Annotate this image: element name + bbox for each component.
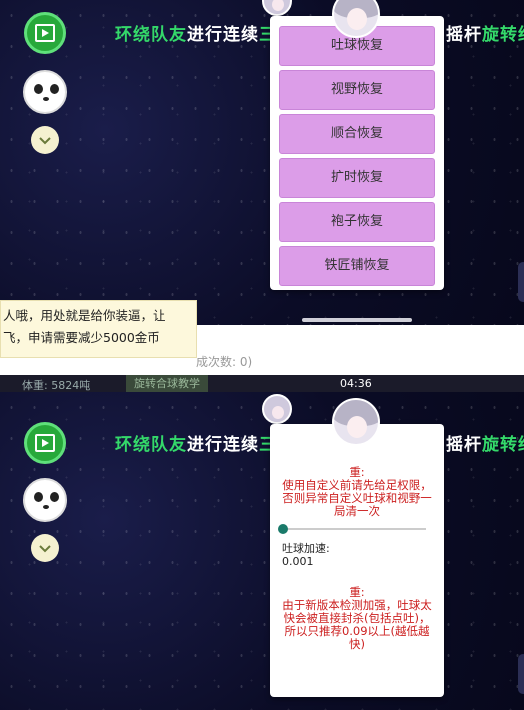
character-avatar[interactable] <box>332 398 380 446</box>
recovery-button-merge[interactable]: 顺合恢复 <box>279 114 435 154</box>
banner-text-right: 摇杆旋转结 <box>446 20 524 45</box>
video-tutorial-button[interactable] <box>24 422 66 464</box>
spit-speed-label: 吐球加速: <box>282 542 330 555</box>
game-screen-bottom: 环绕队友进行连续三 摇杆旋转结 重: 使用自定义前请先给足权限，否则异常自定义吐… <box>0 392 524 710</box>
banner-part: 环绕队友 <box>115 25 187 45</box>
recovery-button-view[interactable]: 视野恢复 <box>279 70 435 110</box>
player-avatar[interactable] <box>23 478 67 522</box>
banner-part: 进行连续 <box>187 435 259 455</box>
banner-part: 摇杆 <box>446 25 482 45</box>
side-handle[interactable] <box>518 654 524 694</box>
player-avatar[interactable] <box>23 70 67 114</box>
spit-speed-value: 0.001 <box>282 555 314 568</box>
chevron-down-icon <box>39 137 51 145</box>
video-icon <box>35 24 55 42</box>
clock-time: 04:36 <box>340 377 372 390</box>
rotate-merge-tutorial-button[interactable]: 旋转合球教学 <box>126 375 208 392</box>
banner-text: 环绕队友进行连续三 <box>115 20 277 45</box>
settings-popup: 重: 使用自定义前请先给足权限，否则异常自定义吐球和视野一局清一次 吐球加速: … <box>270 424 444 697</box>
banner-part: 环绕队友 <box>115 435 187 455</box>
expand-button[interactable] <box>31 534 59 562</box>
banner-text-right: 摇杆旋转结 <box>446 430 524 455</box>
spit-speed-slider[interactable] <box>277 524 426 534</box>
side-handle[interactable] <box>518 262 524 302</box>
recovery-menu-popup: 吐球恢复 视野恢复 顺合恢复 扩时恢复 袍子恢复 铁匠铺恢复 <box>270 16 444 290</box>
weight-label: 体重: 5824吨 <box>22 379 91 392</box>
starfield-background <box>0 0 524 325</box>
banner-text: 环绕队友进行连续三 <box>115 430 277 455</box>
game-screen-top: 环绕队友进行连续三 摇杆旋转结 吐球恢复 视野恢复 顺合恢复 扩时恢复 袍子恢复… <box>0 0 524 325</box>
home-indicator[interactable] <box>302 318 412 322</box>
slider-knob[interactable] <box>277 524 288 534</box>
tooltip-line: 人哦，用处就是给你装逼，让 <box>3 308 166 323</box>
tooltip-line: 飞，申请需要减少5000金币 <box>3 330 160 345</box>
note-text: 使用自定义前请先给足权限，否则异常自定义吐球和视野一局清一次 <box>282 478 432 518</box>
teammate-avatar[interactable] <box>262 394 292 424</box>
banner-part: 进行连续 <box>187 25 259 45</box>
tooltip-box: 人哦，用处就是给你装逼，让 飞，申请需要减少5000金币 <box>0 300 197 358</box>
chevron-down-icon <box>39 545 51 553</box>
recovery-button-robe[interactable]: 袍子恢复 <box>279 202 435 242</box>
banner-part: 摇杆 <box>446 435 482 455</box>
video-tutorial-button[interactable] <box>24 12 66 54</box>
expand-button[interactable] <box>31 126 59 154</box>
video-icon <box>35 434 55 452</box>
recovery-button-smithy[interactable]: 铁匠铺恢复 <box>279 246 435 286</box>
banner-part: 旋转结 <box>482 435 524 455</box>
recovery-menu-list: 吐球恢复 视野恢复 顺合恢复 扩时恢复 袍子恢复 铁匠铺恢复 <box>270 26 444 290</box>
warning-text: 由于新版本检测加强，吐球太快会被直接封杀(包括点吐)，所以只推荐0.09以上(越… <box>282 598 432 651</box>
count-text: 成次数: 0) <box>196 355 253 369</box>
banner-part: 旋转结 <box>482 25 524 45</box>
recovery-button-extend[interactable]: 扩时恢复 <box>279 158 435 198</box>
